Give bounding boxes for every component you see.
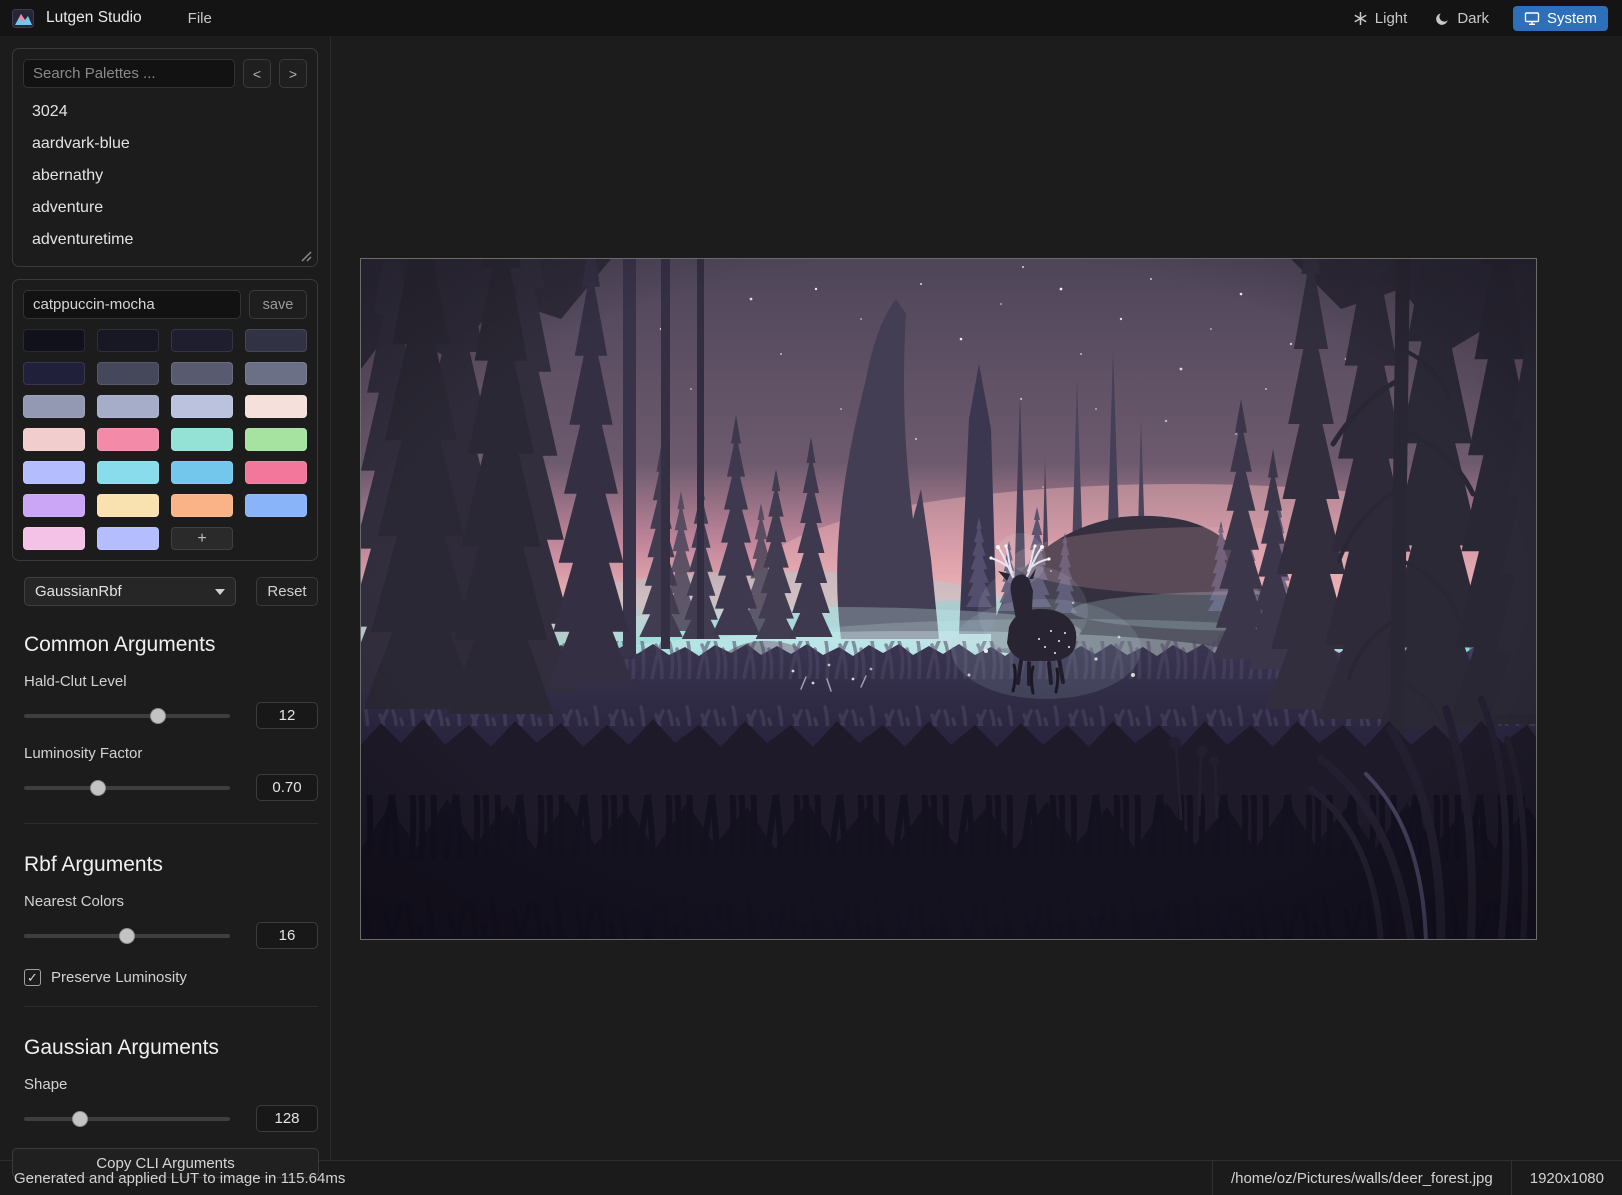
image-resolution: 1920x1080 [1510,1161,1622,1195]
nearest-colors-slider[interactable] [24,927,230,945]
hald-clut-value[interactable]: 12 [256,702,318,729]
slider-thumb[interactable] [90,779,107,796]
color-swatch[interactable] [171,428,233,451]
save-button[interactable]: save [249,290,307,319]
palette-list-item[interactable]: adventuretime [23,224,307,256]
algorithm-selected-value: GaussianRbf [35,583,122,600]
theme-light-label: Light [1374,9,1408,27]
color-swatch[interactable] [23,494,85,517]
theme-dark-button[interactable]: Dark [1431,6,1493,31]
file-path: /home/oz/Pictures/walls/deer_forest.jpg [1211,1161,1511,1195]
color-swatch[interactable] [97,362,159,385]
color-swatch[interactable] [97,527,159,550]
color-swatch[interactable] [171,362,233,385]
gaussian-arguments-heading: Gaussian Arguments [24,1036,219,1059]
separator [24,1006,318,1007]
theme-dark-label: Dark [1457,9,1489,27]
palette-list: 3024 aardvark-blue abernathy adventure adven… [23,96,307,256]
color-swatch[interactable] [245,428,307,451]
palette-name-input[interactable] [23,290,241,319]
chevron-down-icon [215,588,225,595]
algorithm-select[interactable]: GaussianRbf [24,577,236,606]
shape-label: Shape [24,1076,68,1093]
color-swatch[interactable] [23,527,85,550]
color-swatch[interactable] [97,395,159,418]
color-swatch[interactable] [23,428,85,451]
color-swatch[interactable] [97,329,159,352]
color-swatch[interactable] [245,494,307,517]
app-logo-icon [12,8,36,28]
palette-list-item[interactable]: adventure [23,192,307,224]
color-swatch[interactable] [171,461,233,484]
luminosity-factor-label: Luminosity Factor [24,745,143,762]
color-swatch[interactable] [23,461,85,484]
color-swatch[interactable] [23,362,85,385]
color-swatch[interactable] [245,362,307,385]
sidebar: < > 3024aardvark-blueabernathyadventurea… [0,36,331,1178]
shape-slider[interactable] [24,1110,230,1128]
preserve-luminosity-checkbox[interactable]: ✓ [24,969,41,986]
color-swatch[interactable] [97,494,159,517]
image-preview [360,258,1537,940]
color-swatch[interactable] [245,395,307,418]
slider-thumb[interactable] [119,927,135,944]
slider-thumb[interactable] [71,1110,88,1127]
reset-button[interactable]: Reset [256,577,318,606]
palette-browser-panel: < > 3024aardvark-blueabernathyadventurea… [12,48,318,267]
color-swatch[interactable] [171,329,233,352]
search-input[interactable] [23,59,235,88]
resize-handle[interactable] [298,248,312,262]
slider-thumb[interactable] [149,707,166,724]
nearest-colors-value[interactable]: 16 [256,922,318,949]
color-swatch[interactable] [171,395,233,418]
theme-light-button[interactable]: Light [1349,6,1412,31]
next-page-button[interactable]: > [279,59,307,88]
color-swatch[interactable] [97,461,159,484]
app-title: Lutgen Studio [46,9,142,26]
rbf-arguments-heading: Rbf Arguments [24,853,163,876]
hald-clut-label: Hald-Clut Level [24,673,127,690]
palette-list-item[interactable]: aardvark-blue [23,128,307,160]
theme-system-button[interactable]: System [1512,5,1608,31]
palette-list-item[interactable]: abernathy [23,160,307,192]
algorithm-panel: GaussianRbf Reset Common Arguments Hald-… [12,577,319,1178]
nearest-colors-label: Nearest Colors [24,893,125,910]
common-arguments-heading: Common Arguments [24,633,216,656]
color-swatch[interactable] [23,395,85,418]
shape-value[interactable]: 128 [256,1105,318,1132]
status-message: Generated and applied LUT to image in 11… [14,1169,346,1187]
hald-clut-slider[interactable] [24,707,230,725]
menu-file[interactable]: File [180,6,220,31]
preview-area [331,36,1622,1160]
deer-forest-image [361,259,1536,939]
titlebar: Lutgen Studio File Light Dark System [0,0,1622,36]
luminosity-factor-value[interactable]: 0.70 [256,774,318,801]
palette-list-item[interactable]: 3024 [23,96,307,128]
sun-icon [1353,11,1368,26]
color-swatch[interactable] [97,428,159,451]
swatch-grid: + [23,329,307,550]
moon-icon [1435,11,1450,26]
theme-system-label: System [1546,9,1597,27]
preserve-luminosity-label: Preserve Luminosity [51,969,187,986]
color-swatch[interactable] [245,461,307,484]
palette-editor-panel: save + [12,279,318,561]
add-color-button[interactable]: + [171,527,233,550]
color-swatch[interactable] [245,329,307,352]
luminosity-factor-slider[interactable] [24,779,230,797]
color-swatch[interactable] [23,329,85,352]
prev-page-button[interactable]: < [243,59,271,88]
color-swatch[interactable] [171,494,233,517]
separator [24,823,318,824]
monitor-icon [1524,11,1540,26]
